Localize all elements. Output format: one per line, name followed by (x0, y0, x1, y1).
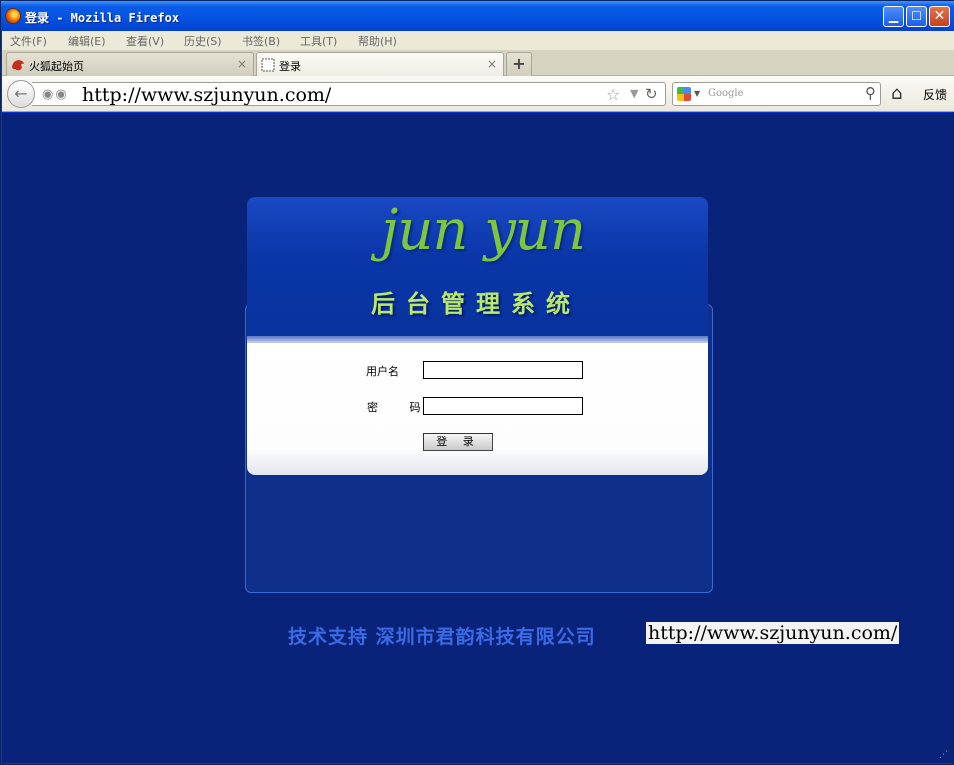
menu-tools[interactable]: 工具(T) (300, 33, 337, 49)
bookmark-star-icon[interactable]: ☆ (606, 85, 620, 104)
feedback-button[interactable]: 反馈 (923, 86, 947, 103)
system-title: 后台管理系统 (371, 290, 581, 318)
back-arrow-icon: ← (14, 84, 28, 103)
search-engine-dropdown-icon[interactable]: ▼ (694, 89, 700, 98)
brand-logo: jun yun (381, 198, 586, 263)
blank-page-icon (261, 58, 275, 72)
tab-start-page[interactable]: 火狐起始页 × (6, 52, 254, 76)
header-divider (247, 336, 708, 343)
login-button[interactable]: 登 录 (423, 433, 493, 451)
history-dropdown-icon[interactable]: ▼ (630, 87, 638, 100)
footer-company: 技术支持 深圳市君韵科技有限公司 (288, 626, 596, 648)
url-bar[interactable]: ◉◉ http://www.szjunyun.com/ ☆ ▼ ↻ (32, 82, 666, 106)
maximize-button[interactable]: ☐ (906, 6, 927, 27)
close-icon[interactable]: × (237, 57, 247, 71)
browser-window: 登录 - Mozilla Firefox ▁ ☐ ✕ 文件(F) 编辑(E) 查… (0, 0, 954, 765)
minimize-button[interactable]: ▁ (883, 6, 904, 27)
search-placeholder: Google (708, 88, 744, 99)
firefox-icon (5, 8, 21, 24)
url-text[interactable]: http://www.szjunyun.com/ (82, 84, 331, 106)
navigation-bar: ◉◉ http://www.szjunyun.com/ ☆ ▼ ↻ ← ▼ Go… (2, 76, 954, 112)
window-title: 登录 - Mozilla Firefox (25, 11, 180, 25)
reload-icon[interactable]: ↻ (645, 85, 658, 103)
search-box[interactable]: ▼ Google ⚲ (672, 82, 881, 106)
username-label: 用户名 (366, 365, 399, 378)
title-bar: 登录 - Mozilla Firefox ▁ ☐ ✕ (1, 1, 954, 31)
tab-login[interactable]: 登录 × (256, 52, 504, 76)
resize-grip-icon[interactable]: ⋰ (939, 750, 951, 762)
home-icon[interactable]: ⌂ (891, 83, 902, 104)
firefox-fox-icon (12, 60, 24, 71)
username-input[interactable] (423, 361, 583, 379)
menu-view[interactable]: 查看(V) (126, 33, 164, 49)
tab-label: 登录 (279, 60, 301, 73)
back-button[interactable]: ← (7, 80, 35, 108)
close-icon[interactable]: × (487, 57, 497, 71)
footer-url[interactable]: http://www.szjunyun.com/ (646, 622, 900, 644)
menu-file[interactable]: 文件(F) (10, 33, 47, 49)
close-button[interactable]: ✕ (929, 6, 950, 27)
menu-help[interactable]: 帮助(H) (358, 33, 397, 49)
menu-bookmarks[interactable]: 书签(B) (242, 33, 280, 49)
search-icon[interactable]: ⚲ (865, 84, 876, 102)
tab-bar: 火狐起始页 × 登录 × + (2, 50, 954, 76)
new-tab-button[interactable]: + (506, 52, 532, 76)
menu-bar: 文件(F) 编辑(E) 查看(V) 历史(S) 书签(B) 工具(T) 帮助(H… (2, 31, 954, 50)
password-input[interactable] (423, 397, 583, 415)
site-identity-icon[interactable]: ◉◉ (42, 87, 69, 102)
google-icon[interactable] (677, 87, 691, 101)
menu-edit[interactable]: 编辑(E) (68, 33, 106, 49)
menu-history[interactable]: 历史(S) (184, 33, 222, 49)
tab-label: 火狐起始页 (29, 60, 84, 73)
